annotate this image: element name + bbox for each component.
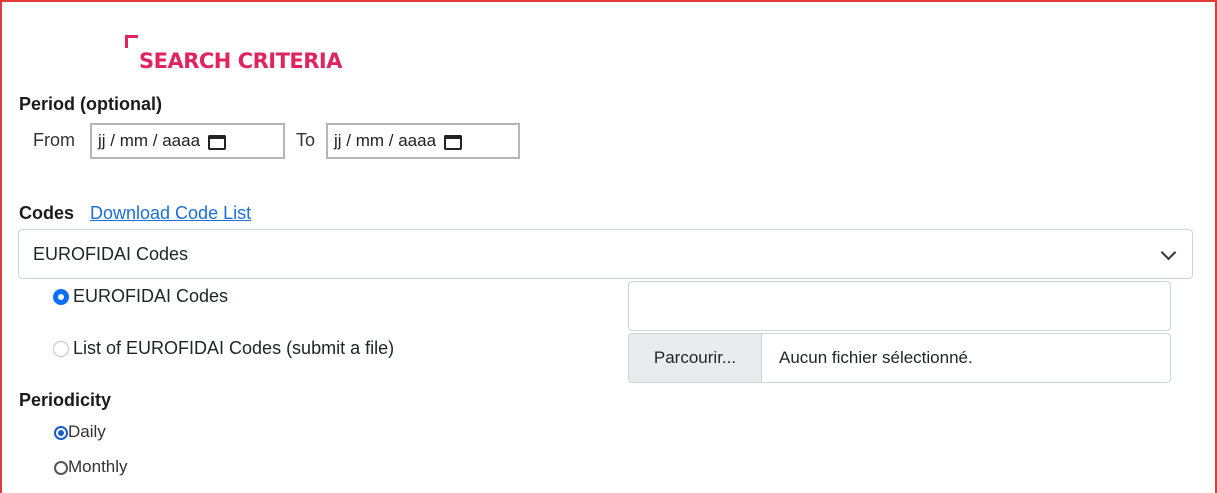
to-date-input[interactable]: jj / mm / aaaa bbox=[326, 123, 520, 159]
from-date-input[interactable]: jj / mm / aaaa bbox=[90, 123, 285, 159]
chevron-down-icon bbox=[1160, 244, 1177, 261]
codes-text-input[interactable] bbox=[628, 281, 1171, 331]
radio-list-of-codes[interactable] bbox=[53, 341, 69, 357]
periodicity-label: Periodicity bbox=[19, 390, 112, 410]
codes-select-value: EUROFIDAI Codes bbox=[33, 243, 189, 264]
file-status: Aucun fichier sélectionné. bbox=[779, 348, 973, 367]
calendar-icon[interactable] bbox=[208, 133, 227, 150]
browse-button[interactable]: Parcourir... bbox=[629, 334, 762, 382]
from-date-placeholder: jj / mm / aaaa bbox=[98, 131, 201, 150]
codes-select[interactable]: EUROFIDAI Codes bbox=[18, 229, 1193, 279]
corner-bracket-icon bbox=[125, 35, 138, 48]
radio-eurofidai-codes[interactable] bbox=[53, 289, 69, 305]
radio-daily[interactable] bbox=[54, 426, 68, 440]
option-list-of-codes-label: List of EUROFIDAI Codes (submit a file) bbox=[73, 338, 395, 358]
codes-label: Codes bbox=[19, 203, 75, 223]
calendar-icon[interactable] bbox=[444, 133, 463, 150]
option-eurofidai-codes-label: EUROFIDAI Codes bbox=[73, 286, 229, 306]
period-label: Period (optional) bbox=[19, 94, 162, 114]
daily-label: Daily bbox=[68, 422, 106, 441]
to-date-placeholder: jj / mm / aaaa bbox=[334, 131, 437, 150]
to-label: To bbox=[296, 130, 316, 150]
monthly-label: Monthly bbox=[68, 457, 128, 476]
download-code-list-link[interactable]: Download Code List bbox=[90, 203, 251, 224]
from-label: From bbox=[33, 130, 75, 150]
section-title: SEARCH CRITERIA bbox=[139, 49, 343, 73]
file-input[interactable]: Parcourir... Aucun fichier sélectionné. bbox=[628, 333, 1171, 383]
radio-monthly[interactable] bbox=[54, 461, 68, 475]
